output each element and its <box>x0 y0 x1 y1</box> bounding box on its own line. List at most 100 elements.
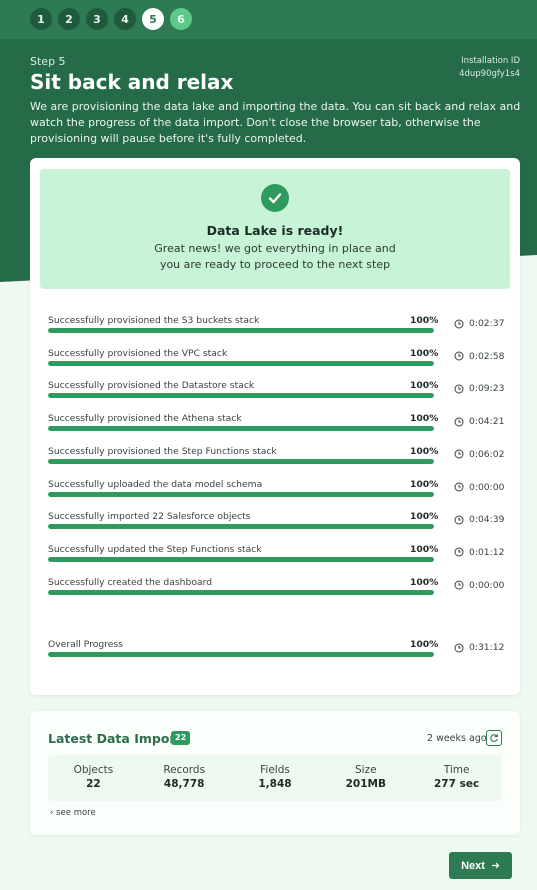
stat-value: 277 sec <box>434 778 480 790</box>
page-title: Sit back and relax <box>30 70 234 94</box>
progress-row: Successfully updated the Step Functions … <box>48 544 508 572</box>
clock-icon <box>454 547 464 557</box>
progress-percent: 100% <box>410 576 439 588</box>
progress-percent: 100% <box>410 445 439 457</box>
progress-bar <box>48 556 434 562</box>
stepper: 123456 <box>30 8 192 30</box>
stat-value: 201MB <box>345 778 386 790</box>
step-2[interactable]: 2 <box>58 8 80 30</box>
refresh-icon <box>490 734 498 742</box>
progress-label: Successfully provisioned the S3 buckets … <box>48 315 260 326</box>
stat-label: Time <box>443 764 470 776</box>
installation-info: Installation ID 4dup90gfy1s4 <box>459 55 520 81</box>
installation-id-label: Installation ID <box>461 56 520 66</box>
progress-bar <box>48 426 434 432</box>
next-button[interactable]: Next <box>449 852 512 879</box>
clock-icon <box>454 417 464 427</box>
progress-percent: 100% <box>410 413 439 425</box>
progress-time-value: 0:04:39 <box>469 514 505 526</box>
overall-progress-row: Overall Progress 100% 0:31:12 <box>48 639 508 667</box>
progress-time-value: 0:01:12 <box>469 546 505 558</box>
progress-time-value: 0:02:58 <box>469 350 505 362</box>
progress-time: 0:04:39 <box>454 514 504 525</box>
latest-import-badge: 22 <box>171 731 191 745</box>
see-more-label: see more <box>56 808 96 818</box>
progress-bar <box>48 328 434 333</box>
progress-time: 0:31:12 <box>454 642 504 653</box>
progress-time: 0:01:12 <box>454 547 504 558</box>
progress-fill <box>48 393 434 399</box>
progress-label: Successfully created the dashboard <box>48 576 213 588</box>
progress-row: Successfully provisioned the Datastore s… <box>48 380 508 408</box>
progress-time-value: 0:09:23 <box>469 383 505 395</box>
clock-icon <box>454 482 464 492</box>
progress-row: Successfully provisioned the VPC stack 10… <box>48 348 508 376</box>
progress-time-value: 0:04:21 <box>469 416 505 428</box>
step-4[interactable]: 4 <box>114 8 136 30</box>
refresh-button[interactable] <box>486 730 502 746</box>
ready-text: Great news! we got everything in place a… <box>154 242 396 271</box>
progress-label: Successfully provisioned the Step Functi… <box>48 445 277 457</box>
clock-icon <box>454 384 464 394</box>
progress-time: 0:02:37 <box>454 318 504 329</box>
progress-bar <box>48 360 434 366</box>
progress-label: Successfully provisioned the VPC stack <box>48 347 228 359</box>
clock-icon <box>454 351 464 361</box>
progress-row: Successfully created the dashboard 100% 0:… <box>48 577 508 605</box>
progress-time-value: 0:31:12 <box>469 642 505 653</box>
arrow-right-icon <box>491 862 500 869</box>
stat-label: Objects <box>73 764 114 776</box>
progress-bar <box>48 491 434 497</box>
progress-bar <box>48 524 434 530</box>
step-label: Step 5 <box>30 55 66 68</box>
progress-label: Successfully provisioned the Athena stac… <box>48 413 242 425</box>
check-circle-icon <box>261 184 289 212</box>
progress-percent: 100% <box>410 315 439 326</box>
step-3[interactable]: 3 <box>86 8 108 30</box>
progress-fill <box>48 589 434 595</box>
progress-fill <box>48 458 434 464</box>
import-stats: Objects 22 Records 48,778 Fields 1,848 Size 201… <box>48 755 502 801</box>
progress-percent: 100% <box>410 380 439 392</box>
progress-percent: 100% <box>410 347 439 359</box>
step-5[interactable]: 5 <box>142 8 164 30</box>
step-1[interactable]: 1 <box>30 8 52 30</box>
progress-row: Successfully provisioned the Athena stac… <box>48 413 508 441</box>
progress-row: Successfully uploaded the data model sch… <box>48 479 508 507</box>
progress-time: 0:06:02 <box>454 449 504 460</box>
see-more-link[interactable]: › see more <box>50 808 96 818</box>
progress-bar <box>48 652 434 657</box>
ready-banner: Data Lake is ready! Great news! we got e… <box>40 169 510 289</box>
stat-records: Records 48,778 <box>139 755 230 801</box>
progress-bar <box>48 458 434 464</box>
clock-icon <box>454 580 464 590</box>
progress-label: Successfully updated the Step Functions … <box>48 543 262 555</box>
stat-value: 48,778 <box>163 778 205 790</box>
progress-time-value: 0:06:02 <box>469 448 505 460</box>
progress-label: Successfully uploaded the data model sch… <box>48 478 263 490</box>
stat-value: 1,848 <box>258 778 292 790</box>
progress-row: Successfully provisioned the S3 buckets … <box>48 315 508 343</box>
stat-label: Size <box>355 764 377 776</box>
progress-time: 0:00:00 <box>454 580 504 591</box>
stat-time: Time 277 sec <box>411 755 502 801</box>
ready-title: Data Lake is ready! <box>206 223 344 238</box>
stepper-bar: 123456 <box>0 0 537 39</box>
progress-fill <box>48 491 434 497</box>
progress-fill <box>48 426 434 432</box>
step-6[interactable]: 6 <box>170 8 192 30</box>
progress-time: 0:02:58 <box>454 351 504 362</box>
progress-time: 0:00:00 <box>454 482 504 493</box>
progress-label: Successfully imported 22 Salesforce obje… <box>48 511 251 523</box>
stat-objects: Objects 22 <box>48 755 139 801</box>
progress-bar <box>48 393 434 399</box>
progress-bar <box>48 589 434 595</box>
progress-time-value: 0:00:00 <box>469 579 505 591</box>
stat-fields: Fields 1,848 <box>230 755 321 801</box>
progress-label: Successfully provisioned the Datastore s… <box>48 380 255 392</box>
latest-import-title: Latest Data Import <box>48 731 182 746</box>
progress-time: 0:04:21 <box>454 416 504 427</box>
progress-fill <box>48 328 434 333</box>
progress-percent: 100% <box>410 478 439 490</box>
clock-icon <box>454 515 464 525</box>
